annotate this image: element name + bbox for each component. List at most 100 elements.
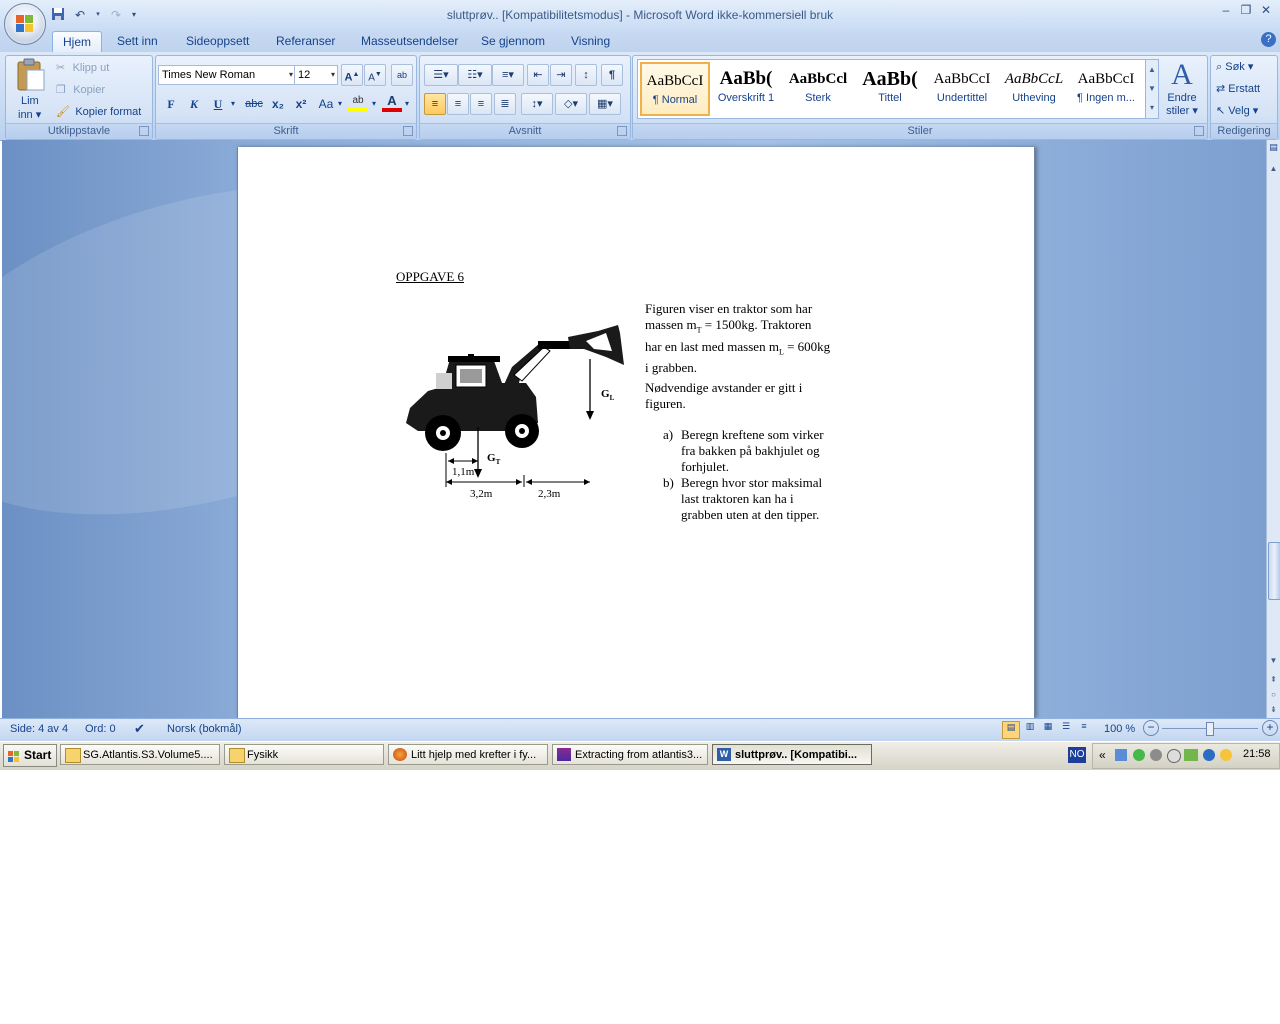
replace-button[interactable]: ⇄ Erstatt <box>1216 82 1260 95</box>
print-layout-icon[interactable]: ▤ <box>1002 721 1020 739</box>
scroll-thumb[interactable] <box>1268 542 1280 600</box>
redo-icon[interactable]: ↷ <box>108 7 124 23</box>
tab-referanser[interactable]: Referanser <box>266 31 345 51</box>
gallery-scroll[interactable]: ▲ ▼ ▾ <box>1145 59 1159 119</box>
tray-app-icon[interactable] <box>1167 749 1181 763</box>
increase-indent-button[interactable]: ⇥ <box>550 64 572 86</box>
highlight-button[interactable]: ab <box>348 95 368 111</box>
style-no-spacing[interactable]: AaBbCcI ¶ Ingen m... <box>1072 62 1140 116</box>
close-icon[interactable]: ✕ <box>1260 4 1272 16</box>
minimize-icon[interactable]: – <box>1220 4 1232 16</box>
office-button[interactable] <box>4 3 46 45</box>
zoom-slider-thumb[interactable] <box>1206 722 1214 736</box>
vertical-scrollbar[interactable]: ▤ ▲ ▼ ⇞ ○ ⇟ <box>1266 140 1280 718</box>
bluetooth-icon[interactable] <box>1203 749 1215 761</box>
volume-icon[interactable] <box>1150 749 1162 761</box>
tab-hjem[interactable]: Hjem <box>52 31 103 52</box>
align-center-button[interactable]: ≡ <box>447 93 469 115</box>
security-icon[interactable] <box>1133 749 1145 761</box>
zoom-out-icon[interactable]: − <box>1143 720 1159 736</box>
tab-se-gjennom[interactable]: Se gjennom <box>471 31 555 51</box>
chevron-down-icon[interactable]: ▾ <box>401 93 413 115</box>
bullets-button[interactable]: ☰▾ <box>424 64 458 86</box>
select-button[interactable]: ↖ Velg ▾ <box>1216 104 1258 117</box>
dialog-launcher-icon[interactable] <box>617 126 627 136</box>
status-words[interactable]: Ord: 0 <box>85 723 116 735</box>
strikethrough-button[interactable]: abc <box>241 93 267 115</box>
decrease-indent-button[interactable]: ⇤ <box>527 64 549 86</box>
chevron-down-icon[interactable]: ▾ <box>335 93 345 115</box>
borders-button[interactable]: ▦▾ <box>589 93 621 115</box>
justify-button[interactable]: ≣ <box>494 93 516 115</box>
line-spacing-button[interactable]: ↕▾ <box>521 93 553 115</box>
style-emphasis[interactable]: AaBbCcL Utheving <box>1000 62 1068 116</box>
copy-button[interactable]: ❐ Kopier <box>56 82 105 98</box>
show-formatting-button[interactable]: ¶ <box>601 64 623 86</box>
full-screen-reading-icon[interactable]: ▥ <box>1022 721 1038 737</box>
sort-button[interactable]: ↕ <box>575 64 597 86</box>
scroll-up-icon[interactable]: ▲ <box>1268 164 1279 176</box>
task-winrar[interactable]: Extracting from atlantis3... <box>552 744 708 765</box>
font-name-combo[interactable]: Times New Roman ▾ <box>158 65 296 85</box>
save-icon[interactable] <box>50 7 66 23</box>
underline-button[interactable]: U <box>207 93 229 115</box>
start-button[interactable]: Start <box>3 744 57 767</box>
clock[interactable]: 21:58 <box>1243 748 1271 760</box>
status-page[interactable]: Side: 4 av 4 <box>10 723 68 735</box>
undo-dropdown-icon[interactable]: ▾ <box>94 7 102 23</box>
draft-icon[interactable]: ≡ <box>1076 721 1092 737</box>
change-styles-button[interactable]: A Endre stiler ▾ <box>1162 58 1202 122</box>
style-normal[interactable]: AaBbCcI ¶ Normal <box>640 62 710 116</box>
style-title[interactable]: AaBb( Tittel <box>856 62 924 116</box>
document-page[interactable]: OPPGAVE 6 GL GT 1,1m 3,2m 2,3m Figuren v… <box>237 147 1035 718</box>
network-icon[interactable] <box>1115 749 1127 761</box>
task-firefox[interactable]: Litt hjelp med krefter i fy... <box>388 744 548 765</box>
numbering-button[interactable]: ☷▾ <box>458 64 492 86</box>
ruler-toggle-icon[interactable]: ▤ <box>1268 142 1279 156</box>
restore-icon[interactable]: ❐ <box>1240 4 1252 16</box>
align-right-button[interactable]: ≡ <box>470 93 492 115</box>
dialog-launcher-icon[interactable] <box>403 126 413 136</box>
outline-icon[interactable]: ☰ <box>1058 721 1074 737</box>
dialog-launcher-icon[interactable] <box>1194 126 1204 136</box>
grow-font-button[interactable]: A▲ <box>341 64 363 86</box>
web-layout-icon[interactable]: ▦ <box>1040 721 1056 737</box>
tab-masseutsendelser[interactable]: Masseutsendelser <box>351 31 468 51</box>
superscript-button[interactable]: x² <box>290 93 312 115</box>
subscript-button[interactable]: x₂ <box>267 93 289 115</box>
tray-expand-icon[interactable]: « <box>1099 748 1106 762</box>
tab-sideoppsett[interactable]: Sideoppsett <box>176 31 259 51</box>
style-strong[interactable]: AaBbCcl Sterk <box>784 62 852 116</box>
multilevel-list-button[interactable]: ≡▾ <box>492 64 524 86</box>
italic-button[interactable]: K <box>183 93 205 115</box>
bold-button[interactable]: F <box>160 93 182 115</box>
dialog-launcher-icon[interactable] <box>139 126 149 136</box>
task-sg-atlantis[interactable]: SG.Atlantis.S3.Volume5.... <box>60 744 220 765</box>
align-left-button[interactable]: ≡ <box>424 93 446 115</box>
chevron-down-icon[interactable]: ▾ <box>368 93 380 115</box>
shading-button[interactable]: ◇▾ <box>555 93 587 115</box>
cut-button[interactable]: ✂ Klipp ut <box>56 60 109 76</box>
font-color-button[interactable]: A <box>382 94 402 112</box>
nvidia-icon[interactable] <box>1184 749 1198 761</box>
shrink-font-button[interactable]: A▼ <box>364 64 386 86</box>
status-language[interactable]: Norsk (bokmål) <box>167 723 242 735</box>
undo-icon[interactable]: ↶ <box>72 7 88 23</box>
browse-controls[interactable]: ⇞ ○ ⇟ <box>1268 672 1279 717</box>
style-subtitle[interactable]: AaBbCcI Undertittel <box>928 62 996 116</box>
language-indicator[interactable]: NO <box>1068 747 1086 763</box>
scroll-down-icon[interactable]: ▼ <box>1268 656 1279 668</box>
underline-dropdown-icon[interactable]: ▾ <box>227 93 239 115</box>
proofing-icon[interactable]: ✔ <box>134 721 145 737</box>
clear-formatting-button[interactable]: ab <box>391 64 413 86</box>
messenger-icon[interactable] <box>1220 749 1232 761</box>
task-word[interactable]: W sluttprøv.. [Kompatibi... <box>712 744 872 765</box>
tab-visning[interactable]: Visning <box>561 31 620 51</box>
zoom-in-icon[interactable]: + <box>1262 720 1278 736</box>
tab-sett-inn[interactable]: Sett inn <box>107 31 168 51</box>
paste-button[interactable]: Lim inn ▾ <box>12 58 50 121</box>
zoom-level[interactable]: 100 % <box>1104 723 1135 735</box>
find-button[interactable]: ⌕ Søk ▾ <box>1216 60 1253 74</box>
task-fysikk[interactable]: Fysikk <box>224 744 384 765</box>
format-painter-button[interactable]: 🖌 Kopier format <box>56 104 141 120</box>
